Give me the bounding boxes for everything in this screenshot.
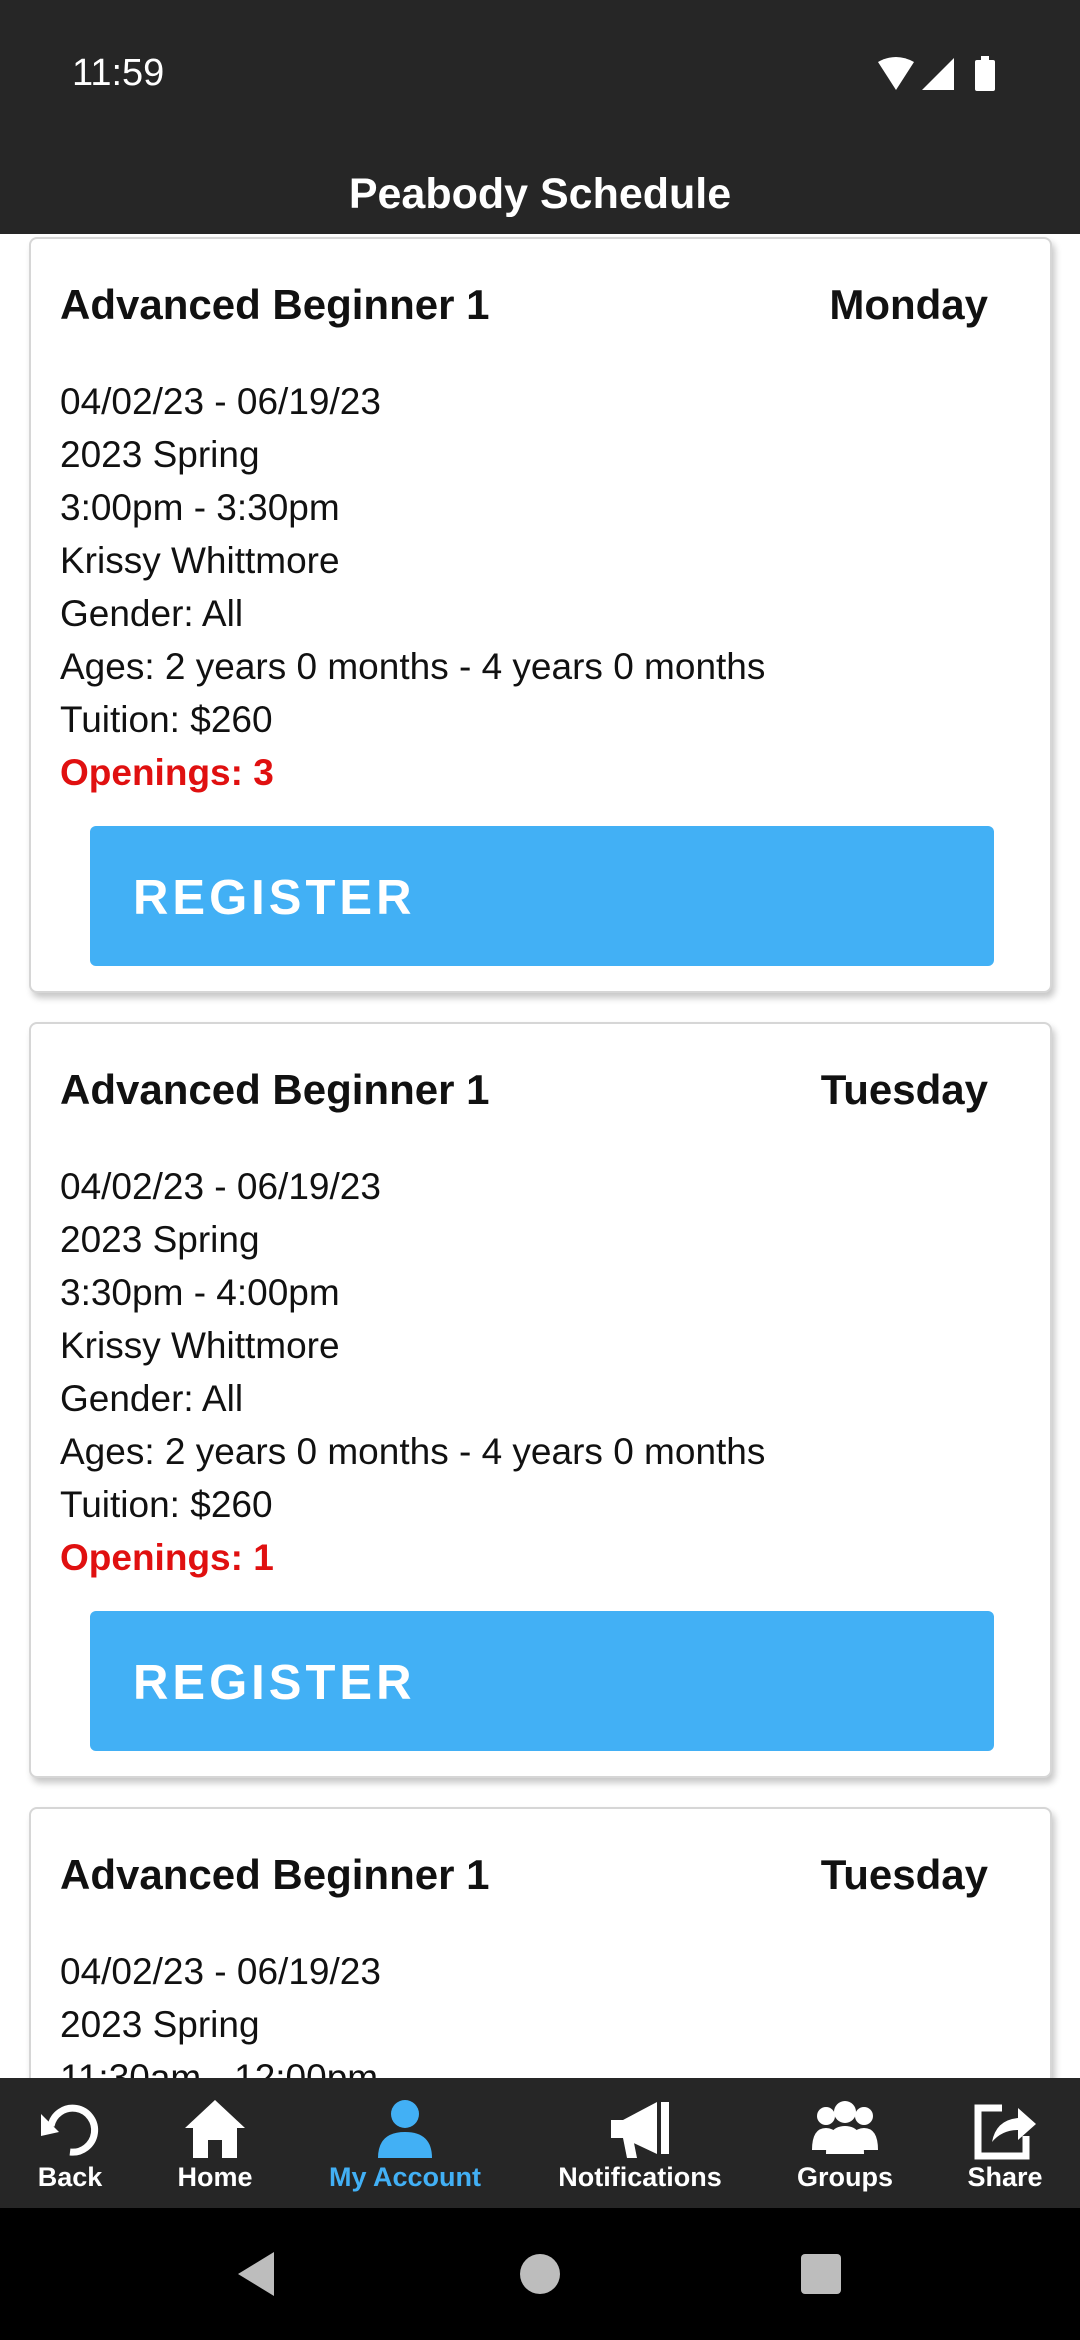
class-title: Advanced Beginner 1 bbox=[60, 1851, 490, 1898]
class-time: 11:30am - 12:00pm bbox=[60, 2057, 379, 2078]
class-tuition: Tuition: $260 bbox=[60, 1484, 273, 1525]
home-icon bbox=[185, 2100, 245, 2158]
nav-share-label: Share bbox=[967, 2162, 1043, 2192]
nav-notifications-label: Notifications bbox=[558, 2162, 722, 2192]
class-time: 3:00pm - 3:30pm bbox=[60, 487, 340, 528]
register-button[interactable]: REGISTER bbox=[90, 1611, 994, 1751]
class-card: Advanced Beginner 1 Monday 04/02/23 - 06… bbox=[29, 237, 1052, 993]
nav-home[interactable]: Home bbox=[150, 2078, 280, 2208]
nav-home-label: Home bbox=[177, 2162, 253, 2192]
wifi-icon bbox=[878, 57, 914, 90]
cellular-signal-icon bbox=[922, 58, 954, 90]
nav-groups-label: Groups bbox=[796, 2162, 893, 2192]
nav-my-account-label: My Account bbox=[328, 2162, 481, 2192]
class-instructor: Krissy Whittmore bbox=[60, 1325, 340, 1366]
share-icon bbox=[974, 2104, 1036, 2160]
class-title: Advanced Beginner 1 bbox=[60, 281, 490, 328]
class-dates: 04/02/23 - 06/19/23 bbox=[60, 1951, 381, 1992]
class-day: Monday bbox=[829, 281, 988, 328]
bottom-nav: Back Home My Account Notifications Group… bbox=[0, 2078, 1080, 2208]
class-day: Tuesday bbox=[820, 1851, 988, 1898]
system-nav-bar bbox=[0, 2208, 1080, 2340]
class-gender: Gender: All bbox=[60, 593, 244, 634]
class-instructor: Krissy Whittmore bbox=[60, 540, 340, 581]
class-details: 04/02/23 - 06/19/23 2023 Spring 11:30am … bbox=[60, 1945, 381, 2078]
class-ages: Ages: 2 years 0 months - 4 years 0 month… bbox=[60, 1431, 766, 1472]
class-details: 04/02/23 - 06/19/23 2023 Spring 3:30pm -… bbox=[60, 1160, 765, 1584]
app-header: Peabody Schedule bbox=[0, 150, 1080, 234]
status-bar: 11:59 bbox=[0, 0, 1080, 150]
class-title: Advanced Beginner 1 bbox=[60, 1066, 490, 1113]
battery-icon bbox=[975, 56, 995, 91]
nav-my-account[interactable]: My Account bbox=[310, 2078, 500, 2208]
class-ages: Ages: 2 years 0 months - 4 years 0 month… bbox=[60, 646, 766, 687]
register-button-label: REGISTER bbox=[133, 871, 416, 925]
account-icon bbox=[378, 2100, 432, 2158]
register-button[interactable]: REGISTER bbox=[90, 826, 994, 966]
nav-notifications[interactable]: Notifications bbox=[540, 2078, 740, 2208]
nav-groups[interactable]: Groups bbox=[780, 2078, 910, 2208]
system-home-icon[interactable] bbox=[510, 2244, 570, 2304]
class-card: Advanced Beginner 1 Tuesday 04/02/23 - 0… bbox=[29, 1022, 1052, 1778]
class-day: Tuesday bbox=[820, 1066, 988, 1113]
system-back-icon[interactable] bbox=[228, 2244, 288, 2304]
class-card: Advanced Beginner 1 Tuesday 04/02/23 - 0… bbox=[29, 1807, 1052, 2078]
class-time: 3:30pm - 4:00pm bbox=[60, 1272, 340, 1313]
status-icons bbox=[878, 56, 995, 91]
class-details: 04/02/23 - 06/19/23 2023 Spring 3:00pm -… bbox=[60, 375, 765, 799]
class-dates: 04/02/23 - 06/19/23 bbox=[60, 381, 381, 422]
megaphone-icon bbox=[611, 2102, 669, 2158]
class-tuition: Tuition: $260 bbox=[60, 699, 273, 740]
class-openings: Openings: 3 bbox=[60, 752, 274, 793]
nav-back[interactable]: Back bbox=[0, 2078, 140, 2208]
nav-share[interactable]: Share bbox=[950, 2078, 1060, 2208]
class-session: 2023 Spring bbox=[60, 1219, 260, 1260]
class-gender: Gender: All bbox=[60, 1378, 244, 1419]
class-openings: Openings: 1 bbox=[60, 1537, 274, 1578]
page-title: Peabody Schedule bbox=[348, 170, 732, 218]
system-recents-icon[interactable] bbox=[791, 2244, 851, 2304]
register-button-label: REGISTER bbox=[133, 1656, 416, 1710]
status-time: 11:59 bbox=[72, 52, 165, 94]
nav-back-label: Back bbox=[37, 2162, 103, 2192]
schedule-list[interactable]: Advanced Beginner 1 Monday 04/02/23 - 06… bbox=[0, 234, 1080, 2078]
back-icon bbox=[41, 2104, 99, 2156]
class-session: 2023 Spring bbox=[60, 434, 260, 475]
class-session: 2023 Spring bbox=[60, 2004, 260, 2045]
groups-icon bbox=[812, 2101, 878, 2154]
class-dates: 04/02/23 - 06/19/23 bbox=[60, 1166, 381, 1207]
